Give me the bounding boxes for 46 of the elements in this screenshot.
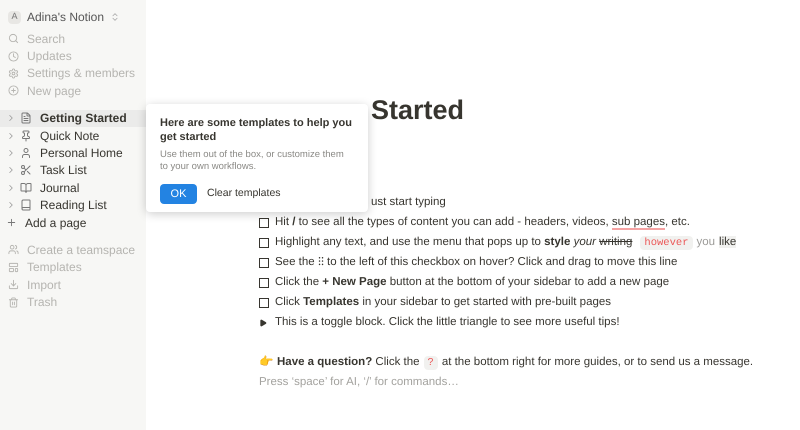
page-item[interactable]: Reading List — [0, 196, 146, 214]
pin-icon — [20, 130, 32, 142]
open-book-icon — [20, 182, 32, 194]
page-item[interactable]: Quick Note — [0, 126, 146, 144]
placeholder-text: Press ‘space’ for AI, ‘/’ for commands… — [259, 375, 460, 390]
clear-templates-button[interactable]: Clear templates — [207, 186, 281, 202]
block-text: ust start typing — [371, 195, 446, 210]
page-item[interactable]: Task List — [0, 162, 146, 180]
block-text: Click Templates in your sidebar to get started with pre-built pages — [275, 295, 612, 310]
page-item[interactable]: Getting Started — [0, 110, 146, 127]
trash-icon — [8, 296, 19, 308]
workspace-avatar: A — [8, 10, 21, 24]
block-text: See the ⁝⁝ to the left of this checkbox on hover? Click and drag to move this line — [275, 255, 678, 270]
workspace-switcher[interactable]: A Adina's Notion — [0, 8, 146, 26]
checkbox[interactable] — [259, 298, 269, 308]
triangle-icon[interactable] — [259, 319, 267, 327]
page-title: Started — [371, 94, 464, 127]
block-text: Highlight any text, and use the menu that pops up to style your writing however you like — [275, 235, 736, 252]
block-text: This is a toggle block. Click the little triangle to see more useful tips! — [275, 315, 620, 330]
block-text: 👉 Have a question? Click the ? at the bottom right for more guides, or to send us a message. — [259, 354, 754, 372]
checkbox[interactable] — [259, 238, 269, 248]
clock-icon — [8, 50, 19, 62]
page-item[interactable]: Personal Home — [0, 144, 146, 162]
page-item[interactable]: Journal — [0, 179, 146, 197]
checkbox[interactable] — [259, 218, 269, 228]
template-icon — [8, 262, 19, 273]
document-icon — [20, 112, 32, 124]
popover-title: Here are some templates to help you get started — [160, 116, 353, 144]
plus-circle-icon — [8, 85, 19, 96]
popover-body: Use them out of the box, or customize them to your own workflows. — [160, 149, 345, 173]
add-page-button[interactable]: Add a page — [0, 214, 146, 232]
chevrons-icon — [110, 12, 120, 22]
checkbox[interactable] — [259, 278, 269, 288]
checkbox[interactable] — [259, 258, 269, 268]
people-icon — [8, 244, 19, 256]
plus-icon — [6, 217, 17, 228]
search-icon — [8, 33, 19, 44]
block-text: Hit / to see all the types of content you can add - headers, videos, sub pages, etc. — [275, 215, 690, 232]
workspace-name: Adina's Notion — [27, 9, 104, 26]
scissors-icon — [20, 164, 32, 176]
ok-button[interactable]: OK — [160, 184, 197, 204]
download-icon — [8, 279, 19, 290]
person-icon — [20, 147, 32, 160]
block-text: Click the + New Page button at the bottom of your sidebar to add a new page — [275, 275, 670, 290]
book-icon — [20, 199, 32, 212]
settings-icon — [8, 68, 19, 79]
